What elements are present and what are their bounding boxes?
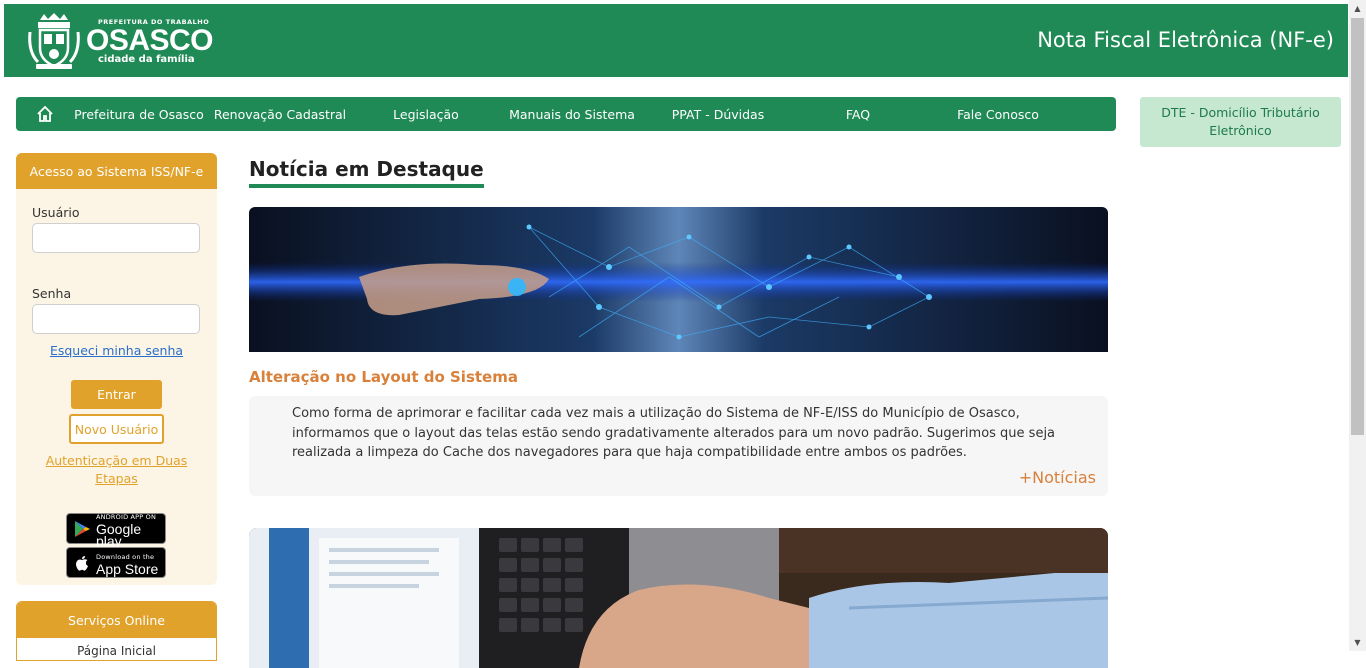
nav-item-faq[interactable]: FAQ [788,107,928,122]
news-body-text: Como forma de aprimorar e facilitar cada… [292,406,1056,460]
services-item-home[interactable]: Página Inicial [17,638,216,658]
scroll-down-icon[interactable]: ▼ [1349,634,1366,651]
forgot-password-link[interactable]: Esqueci minha senha [16,343,217,358]
nav-item-fale-conosco[interactable]: Fale Conosco [928,107,1068,122]
scrollbar-thumb[interactable] [1351,18,1364,435]
nav-item-renovacao-cadastral[interactable]: Renovação Cadastral [204,107,356,122]
section-title-underline [249,184,484,188]
osasco-logo[interactable]: PREFEITURA DO TRABALHO OSASCO cidade da … [26,12,214,70]
google-play-badge[interactable]: ANDROID APP ON Google play [66,513,166,549]
nav-item-manuais[interactable]: Manuais do Sistema [496,107,648,122]
more-news-link[interactable]: +Notícias [1019,468,1096,487]
dte-button[interactable]: DTE - Domicílio Tributário Eletrônico [1140,97,1341,147]
username-label: Usuário [32,205,80,220]
password-label: Senha [32,286,72,301]
logo-name: OSASCO [86,23,214,57]
app-store-badge[interactable]: Download on the App Store [66,547,166,578]
home-icon [37,105,53,122]
online-services-title: Serviços Online [17,602,216,638]
laptop-banner-image[interactable] [249,528,1108,668]
home-button[interactable] [16,105,74,123]
login-panel: Acesso ao Sistema ISS/NF-e Usuário Senha… [16,153,217,585]
app-store-big-text: App Store [96,560,159,577]
site-header: PREFEITURA DO TRABALHO OSASCO cidade da … [4,4,1348,77]
page-title: Nota Fiscal Eletrônica (NF-e) [1037,28,1334,52]
two-factor-link[interactable]: Autenticação em Duas Etapas [41,452,192,488]
google-play-big-text: Google play [96,520,142,549]
laptop-typing-banner [249,528,1108,668]
login-panel-title: Acesso ao Sistema ISS/NF-e [16,153,217,189]
new-user-button[interactable]: Novo Usuário [69,414,164,444]
nav-item-legislacao[interactable]: Legislação [356,107,496,122]
nav-item-ppat-duvidas[interactable]: PPAT - Dúvidas [648,107,788,122]
news-title[interactable]: Alteração no Layout do Sistema [249,368,518,386]
logo-tagline: cidade da família [98,53,195,65]
login-button[interactable]: Entrar [71,380,162,409]
google-play-icon [75,520,90,537]
section-title: Notícia em Destaque [249,157,484,181]
online-services-panel: Serviços Online Página Inicial [16,601,217,661]
password-input[interactable] [32,304,200,334]
scroll-up-icon[interactable]: ▲ [1349,0,1366,17]
digital-network-banner [249,207,1108,352]
nav-item-prefeitura[interactable]: Prefeitura de Osasco [74,107,204,122]
apple-icon [76,555,88,571]
news-banner-image[interactable] [249,207,1108,352]
vertical-scrollbar[interactable]: ▲ ▼ [1349,0,1366,651]
main-navigation: Prefeitura de Osasco Renovação Cadastral… [16,97,1116,131]
username-input[interactable] [32,223,200,253]
news-summary-box: Como forma de aprimorar e facilitar cada… [249,396,1108,496]
coat-of-arms-icon [28,13,80,69]
